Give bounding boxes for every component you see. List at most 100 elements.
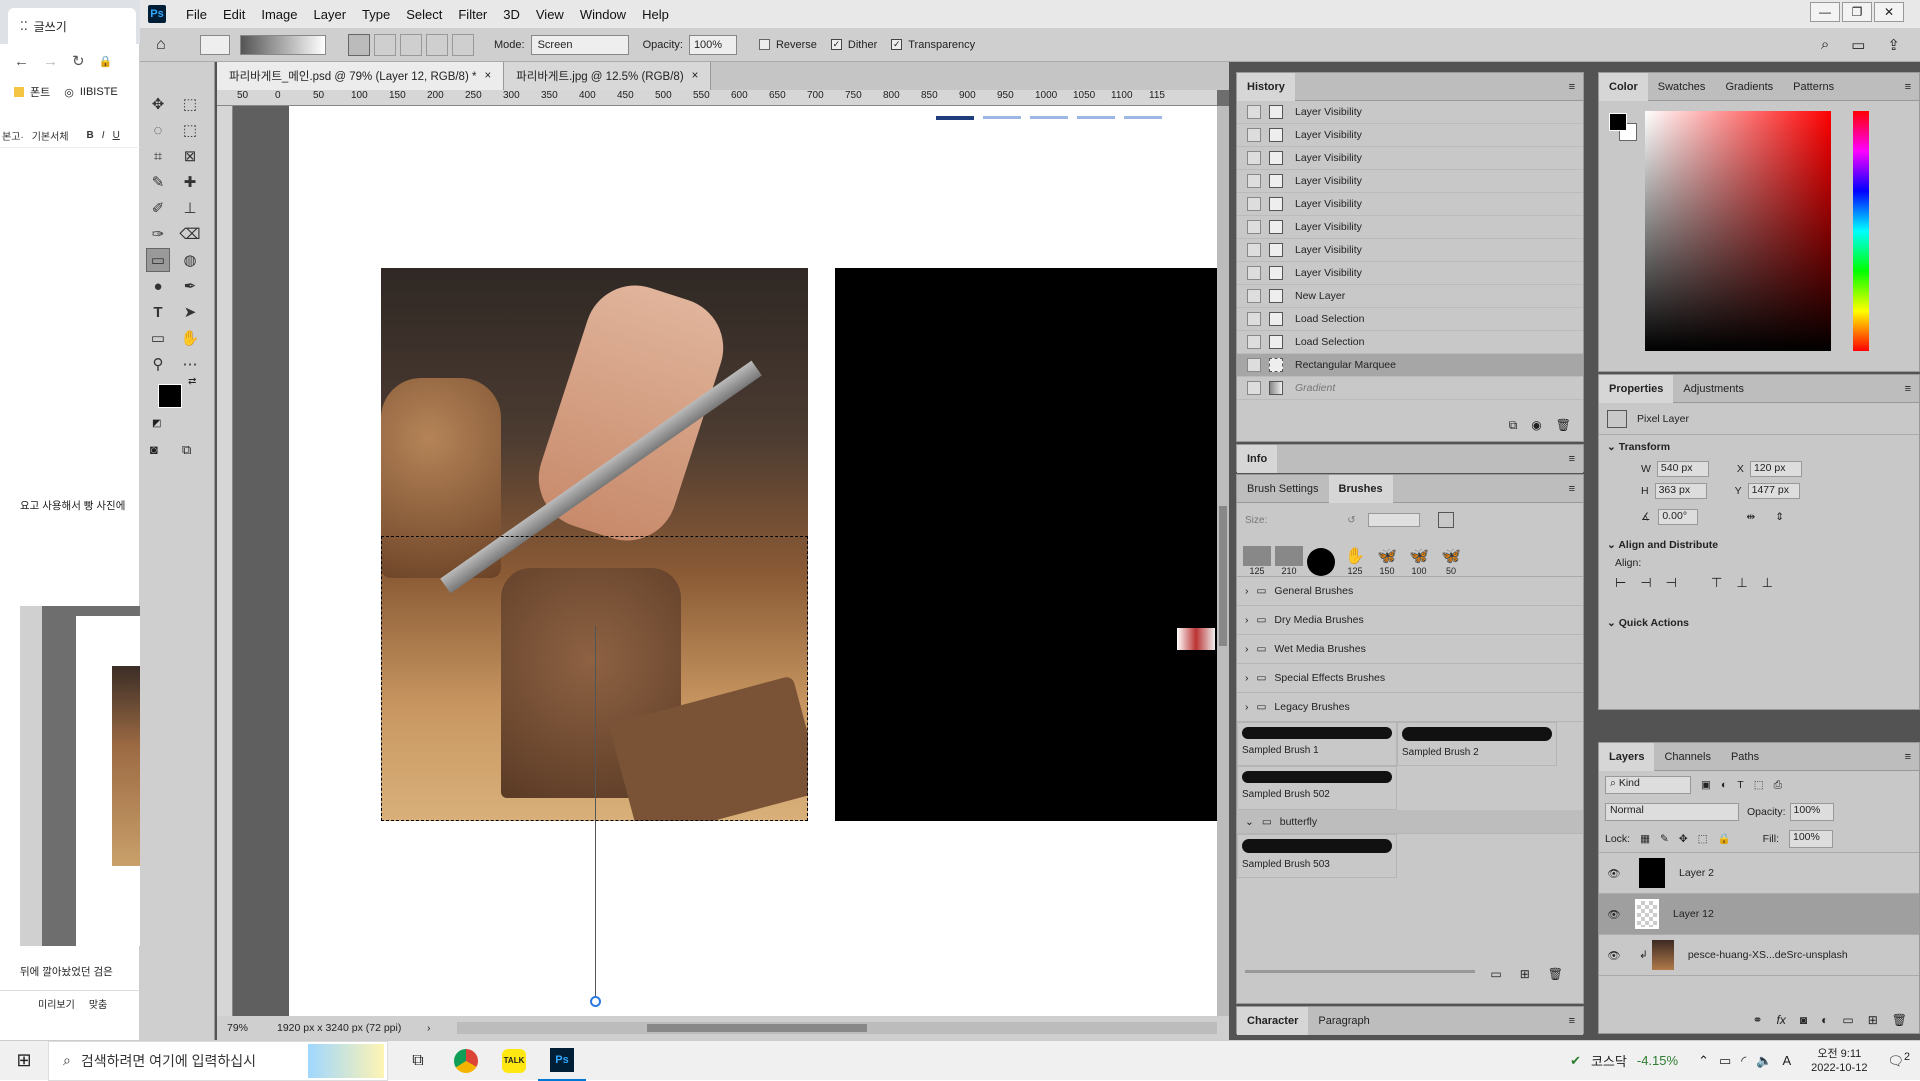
visibility-eye-icon[interactable]: 👁: [1599, 949, 1629, 962]
flip-vertical-icon[interactable]: ⇕: [1775, 511, 1784, 523]
panel-menu-icon[interactable]: ≡: [1905, 751, 1911, 763]
blur-tool-icon[interactable]: ◍: [178, 248, 202, 272]
chevron-down-icon[interactable]: ⌄: [1607, 539, 1616, 551]
filter-shape-icon[interactable]: ⬚: [1754, 779, 1764, 791]
menu-window[interactable]: Window: [572, 7, 634, 22]
history-brush-tool-icon[interactable]: ✑: [146, 222, 170, 246]
menu-type[interactable]: Type: [354, 7, 398, 22]
history-item[interactable]: Layer Visibility: [1237, 239, 1583, 262]
lock-transparent-icon[interactable]: ▦: [1640, 833, 1650, 845]
menu-view[interactable]: View: [528, 7, 572, 22]
chevron-down-icon[interactable]: ⌄: [1607, 441, 1616, 453]
move-tool-icon[interactable]: ✥: [146, 92, 170, 116]
diamond-gradient-button[interactable]: [452, 33, 474, 56]
brush-preset[interactable]: 🦋 100: [1405, 546, 1433, 576]
brush-preset[interactable]: ✋ 125: [1341, 546, 1369, 576]
channels-tab[interactable]: Channels: [1654, 743, 1720, 771]
task-view-icon[interactable]: ⧉: [394, 1052, 442, 1070]
brush-folder[interactable]: › ▭ Legacy Brushes: [1237, 693, 1583, 722]
gradient-tool-icon[interactable]: ▭: [146, 248, 170, 272]
new-group-icon[interactable]: ▭: [1842, 1013, 1853, 1027]
link-layers-icon[interactable]: ⚭: [1752, 1013, 1762, 1027]
search-highlight-image[interactable]: [308, 1043, 384, 1078]
layer-row[interactable]: 👁 ↲ pesce-huang-XS...deSrc-unsplash: [1599, 935, 1919, 976]
history-item[interactable]: Layer Visibility: [1237, 216, 1583, 239]
notification-icon[interactable]: 🗨2: [1887, 1051, 1910, 1069]
layers-tab[interactable]: Layers: [1599, 742, 1655, 771]
layer-opacity-input[interactable]: 100%: [1789, 803, 1834, 821]
close-tab-icon[interactable]: ×: [692, 70, 699, 82]
brush-preset[interactable]: 🦋 50: [1437, 546, 1465, 576]
frame-tool-icon[interactable]: ⊠: [178, 144, 202, 168]
bookmark-2[interactable]: IIBISTE: [80, 86, 118, 98]
history-item[interactable]: Layer Visibility: [1237, 193, 1583, 216]
history-item[interactable]: Layer Visibility: [1237, 147, 1583, 170]
horizontal-scrollbar[interactable]: [457, 1022, 1217, 1034]
align-center-icon[interactable]: ⊣: [1640, 575, 1651, 591]
share-icon[interactable]: ⇪: [1887, 36, 1900, 54]
menu-image[interactable]: Image: [253, 7, 305, 22]
delete-icon[interactable]: 🗑: [1892, 1013, 1907, 1027]
chrome-icon[interactable]: [442, 1048, 490, 1073]
wifi-icon[interactable]: ◜: [1741, 1053, 1746, 1069]
crop-tool-icon[interactable]: ⌗: [146, 144, 170, 168]
underline-button[interactable]: U: [113, 130, 120, 141]
reset-icon[interactable]: ↺: [1347, 515, 1355, 526]
align-top-icon[interactable]: ⊤: [1711, 575, 1722, 591]
network-icon[interactable]: ▭: [1719, 1053, 1731, 1069]
brushes-tab[interactable]: Brushes: [1328, 474, 1393, 503]
layer-row-selected[interactable]: 👁 Layer 12: [1599, 894, 1919, 935]
hand-tool-icon[interactable]: ✋: [178, 326, 202, 350]
default-colors-icon[interactable]: ◩: [152, 418, 161, 429]
properties-tab[interactable]: Properties: [1599, 374, 1674, 403]
sampled-brush[interactable]: Sampled Brush 2: [1397, 722, 1557, 766]
history-item[interactable]: Layer Visibility: [1237, 170, 1583, 193]
width-input[interactable]: 540 px: [1656, 461, 1709, 477]
sampled-brush[interactable]: Sampled Brush 502: [1237, 766, 1397, 810]
hue-slider[interactable]: [1853, 111, 1869, 351]
align-middle-icon[interactable]: ⊥: [1736, 575, 1747, 591]
new-brush-icon[interactable]: ⊞: [1520, 967, 1530, 981]
history-item-future[interactable]: Gradient: [1237, 377, 1583, 400]
eyedropper-tool-icon[interactable]: ✎: [146, 170, 170, 194]
forward-icon[interactable]: →: [43, 53, 58, 70]
home-icon[interactable]: ⌂: [156, 36, 186, 54]
filter-type-icon[interactable]: T: [1737, 779, 1743, 791]
photoshop-taskbar-icon[interactable]: Ps: [538, 1041, 586, 1081]
sampled-brush[interactable]: Sampled Brush 503: [1237, 834, 1397, 878]
vertical-scrollbar[interactable]: [1217, 106, 1229, 1016]
bookmark-1[interactable]: 폰트: [30, 84, 50, 100]
lock-paint-icon[interactable]: ✎: [1660, 833, 1669, 845]
transparency-checkbox[interactable]: ✓: [891, 39, 903, 50]
mode-select[interactable]: Screen: [530, 34, 629, 55]
kakaotalk-icon[interactable]: TALK: [490, 1048, 538, 1073]
history-item[interactable]: New Layer: [1237, 285, 1583, 308]
lasso-tool-icon[interactable]: ◌: [146, 118, 170, 142]
brush-folder[interactable]: › ▭ Special Effects Brushes: [1237, 664, 1583, 693]
history-tab[interactable]: History: [1237, 72, 1295, 101]
lock-all-icon[interactable]: 🔒: [1718, 832, 1731, 845]
panel-menu-icon[interactable]: ≡: [1569, 1015, 1575, 1027]
height-input[interactable]: 363 px: [1654, 483, 1707, 499]
canvas-viewport[interactable]: [233, 106, 1217, 1016]
reverse-checkbox[interactable]: [758, 39, 770, 50]
save-button[interactable]: 맞춤: [89, 996, 107, 1011]
brush-settings-tab[interactable]: Brush Settings: [1237, 475, 1329, 503]
brush-preset[interactable]: 125: [1243, 546, 1271, 576]
align-left-icon[interactable]: ⊢: [1615, 575, 1626, 591]
brush-preset[interactable]: 210: [1275, 546, 1303, 576]
browser-tab[interactable]: ⁚⁚ 글쓰기: [8, 8, 136, 44]
history-item[interactable]: Load Selection: [1237, 308, 1583, 331]
foreground-color-swatch[interactable]: [1609, 113, 1627, 131]
brush-folder[interactable]: › ▭ General Brushes: [1237, 577, 1583, 606]
angle-input[interactable]: 0.00°: [1658, 509, 1699, 525]
lock-position-icon[interactable]: ✥: [1679, 833, 1688, 845]
align-right-icon[interactable]: ⊣: [1666, 575, 1677, 591]
panel-menu-icon[interactable]: ≡: [1569, 81, 1575, 93]
opacity-input[interactable]: 100%: [688, 34, 737, 55]
rectangle-tool-icon[interactable]: ▭: [146, 326, 170, 350]
swap-colors-icon[interactable]: ⇄: [188, 376, 196, 387]
italic-button[interactable]: I: [102, 130, 105, 141]
flip-horizontal-icon[interactable]: ⇹: [1746, 511, 1755, 523]
blend-mode-select[interactable]: Normal: [1605, 803, 1739, 821]
